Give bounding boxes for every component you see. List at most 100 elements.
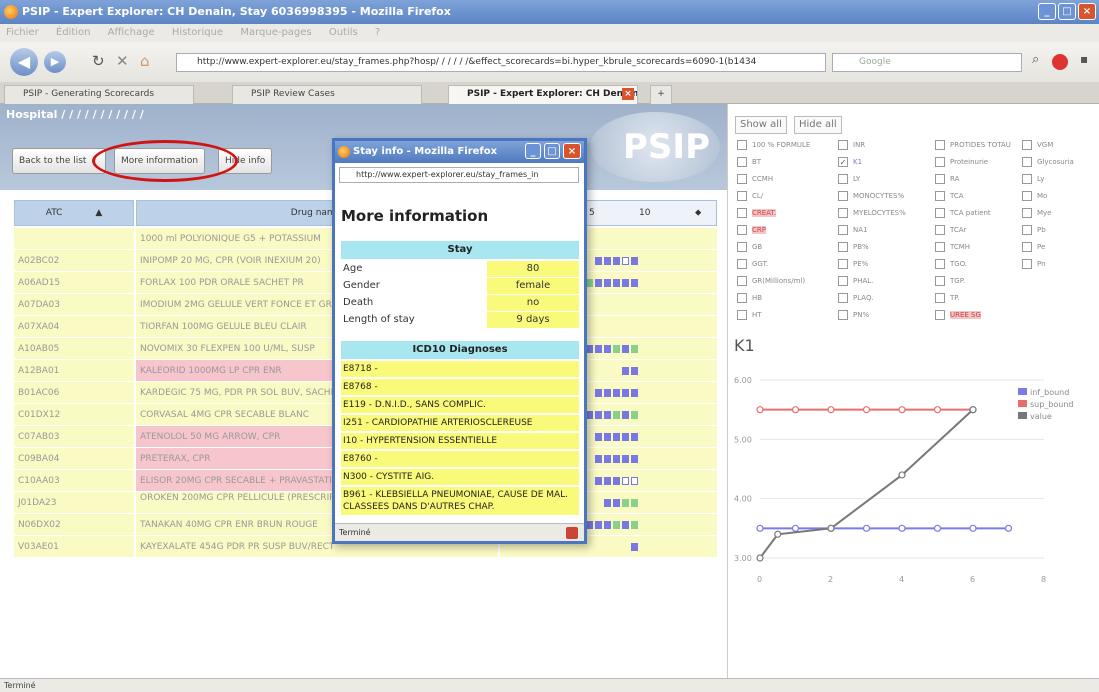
checkbox-icon[interactable] (737, 208, 747, 218)
search-input[interactable]: Google (832, 53, 1022, 72)
lab-checkbox[interactable]: TCAr (935, 223, 966, 237)
checkbox-icon[interactable] (838, 242, 848, 252)
checkbox-icon[interactable] (838, 174, 848, 184)
show-all-button[interactable]: Show all (735, 116, 787, 134)
tab-expert-explorer[interactable]: PSIP - Expert Explorer: CH Denain... × (448, 85, 638, 104)
checkbox-icon[interactable] (737, 191, 747, 201)
extension-icon[interactable]: ▪ (1080, 52, 1088, 66)
checkbox-icon[interactable] (737, 276, 747, 286)
lab-checkbox[interactable]: Pb (1022, 223, 1046, 237)
search-icon[interactable]: ⌕ (1032, 52, 1039, 67)
url-input[interactable]: http://www.expert-explorer.eu/stay_frame… (176, 53, 826, 72)
checkbox-icon[interactable] (935, 140, 945, 150)
lab-checkbox[interactable]: TCMH (935, 240, 970, 254)
lab-checkbox[interactable]: Pn (1022, 257, 1046, 271)
checkbox-icon[interactable] (737, 242, 747, 252)
checkbox-icon[interactable] (1022, 208, 1032, 218)
checkbox-icon[interactable] (737, 310, 747, 320)
checkbox-icon[interactable] (737, 259, 747, 269)
checkbox-icon[interactable] (1022, 225, 1032, 235)
lab-checkbox[interactable]: Ly (1022, 172, 1044, 186)
checkbox-icon[interactable] (935, 191, 945, 201)
lab-checkbox[interactable]: RA (935, 172, 959, 186)
lab-checkbox[interactable]: PB% (838, 240, 869, 254)
lab-checkbox[interactable]: HB (737, 291, 762, 305)
checkbox-icon[interactable] (935, 259, 945, 269)
checkbox-icon[interactable] (935, 293, 945, 303)
close-icon[interactable]: × (1078, 3, 1096, 20)
checkbox-icon[interactable] (838, 208, 848, 218)
lab-checkbox[interactable]: Mye (1022, 206, 1052, 220)
checkbox-icon[interactable] (838, 140, 848, 150)
lab-checkbox[interactable]: GGT. (737, 257, 768, 271)
lab-checkbox[interactable]: PE% (838, 257, 868, 271)
checkbox-icon[interactable] (935, 208, 945, 218)
maximize-icon[interactable]: □ (1058, 3, 1076, 20)
lab-checkbox[interactable]: CRP (737, 223, 766, 237)
lab-checkbox[interactable]: GB (737, 240, 762, 254)
menu-item-edit[interactable]: Édition (56, 27, 91, 38)
checkbox-icon[interactable] (1022, 259, 1032, 269)
lab-checkbox[interactable]: HT (737, 308, 762, 322)
menu-item-tools[interactable]: Outils (329, 27, 358, 38)
menu-item-history[interactable]: Historique (172, 27, 223, 38)
lab-checkbox[interactable]: Mo (1022, 189, 1047, 203)
lab-checkbox[interactable]: PHAL. (838, 274, 873, 288)
checkbox-icon[interactable] (838, 225, 848, 235)
minimize-icon[interactable]: _ (1038, 3, 1056, 20)
hide-all-button[interactable]: Hide all (794, 116, 842, 134)
close-tab-icon[interactable]: × (622, 88, 634, 100)
lab-checkbox[interactable]: Pe (1022, 240, 1045, 254)
menu-item-help[interactable]: ? (375, 27, 380, 38)
menu-item-file[interactable]: Fichier (6, 27, 39, 38)
checkbox-icon[interactable] (737, 293, 747, 303)
popup-minimize-icon[interactable]: _ (525, 143, 541, 159)
checkbox-icon[interactable] (838, 259, 848, 269)
lab-checkbox[interactable]: INR (838, 138, 865, 152)
lab-checkbox[interactable]: TP. (935, 291, 960, 305)
lab-checkbox[interactable]: VGM (1022, 138, 1053, 152)
lab-checkbox[interactable]: MONOCYTES% (838, 189, 904, 203)
checkbox-icon[interactable] (737, 174, 747, 184)
checkbox-icon[interactable] (838, 310, 848, 320)
checkbox-icon[interactable] (1022, 191, 1032, 201)
forward-arrow-icon[interactable]: ▶ (44, 51, 66, 73)
checkbox-icon[interactable] (838, 191, 848, 201)
lab-checkbox[interactable]: TCA patient (935, 206, 991, 220)
lab-checkbox[interactable]: ✓ K1 (838, 155, 862, 169)
lab-checkbox[interactable]: GR(Millions/ml) (737, 274, 805, 288)
checkbox-icon[interactable] (935, 276, 945, 286)
lab-checkbox[interactable]: BT (737, 155, 761, 169)
menu-item-bookmarks[interactable]: Marque-pages (240, 27, 311, 38)
lab-checkbox[interactable]: TGP. (935, 274, 965, 288)
checkbox-icon[interactable] (737, 157, 747, 167)
lab-checkbox[interactable]: CL/ (737, 189, 763, 203)
stop-icon[interactable]: ✕ (116, 52, 129, 70)
checkbox-icon[interactable]: ✓ (838, 157, 848, 167)
back-arrow-icon[interactable]: ◀ (10, 48, 38, 76)
checkbox-icon[interactable] (737, 225, 747, 235)
reload-icon[interactable]: ↻ (92, 52, 105, 70)
lab-checkbox[interactable]: PROTIDES TOTAU (935, 138, 1011, 152)
checkbox-icon[interactable] (737, 140, 747, 150)
checkbox-icon[interactable] (935, 225, 945, 235)
checkbox-icon[interactable] (1022, 242, 1032, 252)
checkbox-icon[interactable] (1022, 157, 1032, 167)
lab-checkbox[interactable]: PN% (838, 308, 869, 322)
popup-url-field[interactable]: http://www.expert-explorer.eu/stay_frame… (339, 167, 579, 183)
checkbox-icon[interactable] (838, 293, 848, 303)
checkbox-icon[interactable] (1022, 140, 1032, 150)
tab-review-cases[interactable]: PSIP Review Cases (232, 85, 422, 104)
col-header-atc[interactable]: ATC ▲ (14, 200, 134, 226)
menu-item-view[interactable]: Affichage (108, 27, 155, 38)
lab-checkbox[interactable]: 100 % FORMULE (737, 138, 810, 152)
lab-checkbox[interactable]: CCMH (737, 172, 773, 186)
lab-checkbox[interactable]: MYELOCYTES% (838, 206, 906, 220)
lab-checkbox[interactable]: NA1 (838, 223, 867, 237)
checkbox-icon[interactable] (1022, 174, 1032, 184)
home-icon[interactable]: ⌂ (140, 52, 150, 70)
lab-checkbox[interactable]: LY (838, 172, 860, 186)
tab-generating-scorecards[interactable]: PSIP - Generating Scorecards (4, 85, 194, 104)
lab-checkbox[interactable]: Glycosuria (1022, 155, 1074, 169)
popup-close-icon[interactable]: × (563, 143, 581, 159)
